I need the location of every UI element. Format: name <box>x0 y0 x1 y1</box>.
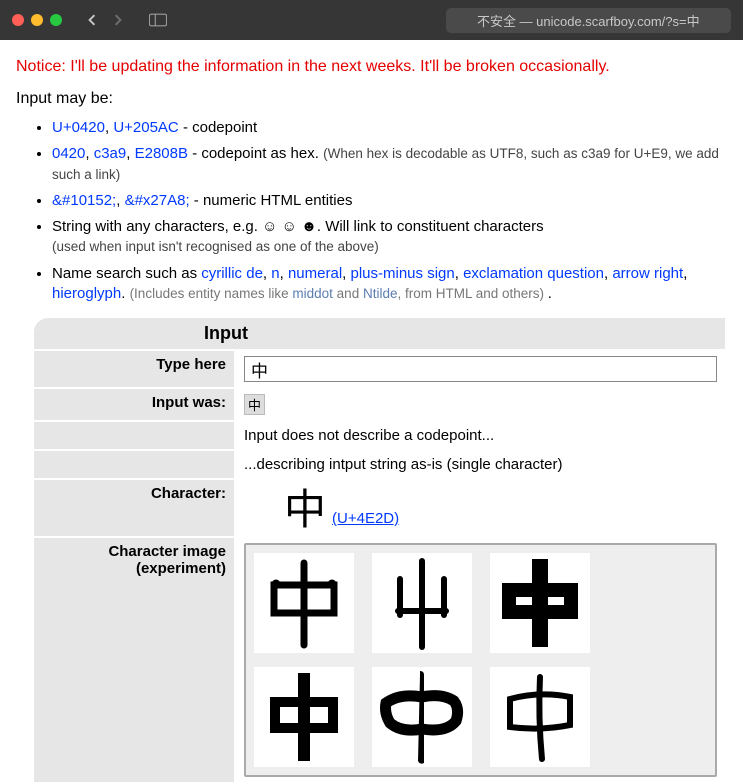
example-link[interactable]: 0420 <box>52 145 85 162</box>
list-item-text: - codepoint as hex. <box>188 145 323 162</box>
character-image-grid <box>244 543 717 777</box>
input-panel: Input Type here Input was: 中 Input does … <box>32 316 727 784</box>
codepoint-link[interactable]: (U+4E2D) <box>332 510 399 531</box>
example-link[interactable]: numeral <box>288 265 342 282</box>
input-was-value: 中 <box>244 394 265 415</box>
example-link[interactable]: U+0420 <box>52 119 105 136</box>
example-link[interactable]: n <box>271 265 279 282</box>
nav-buttons <box>80 8 130 32</box>
empty-label <box>34 451 234 478</box>
type-here-input[interactable] <box>244 356 717 382</box>
list-item: Name search such as cyrillic de, n, nume… <box>52 264 727 305</box>
input-examples-list: U+0420, U+205AC - codepoint 0420, c3a9, … <box>16 118 727 304</box>
input-was-label: Input was: <box>34 389 234 420</box>
symbol-examples: ☺ ☺ ☻ <box>262 218 317 235</box>
panel-section-header: Input <box>34 318 725 349</box>
list-item-note: (Includes entity names like middot and N… <box>130 286 548 301</box>
example-link[interactable]: U+205AC <box>113 119 178 136</box>
character-image-tile <box>490 553 590 653</box>
example-link[interactable]: arrow right <box>612 265 683 282</box>
character-image-label: Character image(experiment) <box>34 538 234 782</box>
list-item-text: String with any characters, e.g. <box>52 218 262 235</box>
character-image-tile <box>254 553 354 653</box>
page-content: Notice: I'll be updating the information… <box>0 40 743 784</box>
status-message: Input does not describe a codepoint... <box>236 422 725 449</box>
browser-titlebar: 不安全 — unicode.scarfboy.com/?s=中 <box>0 0 743 40</box>
address-bar-wrap: 不安全 — unicode.scarfboy.com/?s=中 <box>182 8 731 33</box>
notice-text: Notice: I'll be updating the information… <box>16 58 727 76</box>
empty-label <box>34 422 234 449</box>
example-link[interactable]: hieroglyph <box>52 285 121 302</box>
list-item-text: Name search such as <box>52 265 201 282</box>
character-image-tile <box>490 667 590 767</box>
list-item: &#10152;, &#x27A8; - numeric HTML entiti… <box>52 191 727 211</box>
list-item-text: - codepoint <box>179 119 257 136</box>
list-item-text: - numeric HTML entities <box>190 192 353 209</box>
example-link[interactable]: E2808B <box>135 145 188 162</box>
address-bar[interactable]: 不安全 — unicode.scarfboy.com/?s=中 <box>446 8 731 33</box>
minimize-window-button[interactable] <box>31 14 43 26</box>
list-item-text: . Will link to constituent characters <box>317 218 544 235</box>
example-link[interactable]: &#10152; <box>52 192 116 209</box>
window-controls <box>12 14 62 26</box>
list-item: String with any characters, e.g. ☺ ☺ ☻. … <box>52 217 727 258</box>
list-item: 0420, c3a9, E2808B - codepoint as hex. (… <box>52 144 727 185</box>
close-window-button[interactable] <box>12 14 24 26</box>
example-link[interactable]: exclamation question <box>463 265 604 282</box>
back-button[interactable] <box>80 8 104 32</box>
character-glyph: 中 <box>284 489 326 531</box>
input-may-be-label: Input may be: <box>16 90 727 108</box>
list-item: U+0420, U+205AC - codepoint <box>52 118 727 138</box>
type-here-label: Type here <box>34 351 234 387</box>
example-link[interactable]: &#x27A8; <box>125 192 190 209</box>
example-link[interactable]: c3a9 <box>94 145 127 162</box>
example-link[interactable]: cyrillic de <box>201 265 263 282</box>
list-item-note: (used when input isn't recognised as one… <box>52 239 379 254</box>
character-label: Character: <box>34 480 234 536</box>
forward-button[interactable] <box>106 8 130 32</box>
example-link[interactable]: plus-minus sign <box>351 265 455 282</box>
status-message: ...describing intput string as-is (singl… <box>236 451 725 478</box>
character-image-tile <box>372 553 472 653</box>
maximize-window-button[interactable] <box>50 14 62 26</box>
character-image-tile <box>254 667 354 767</box>
sidebar-toggle-button[interactable] <box>144 9 172 31</box>
character-image-tile <box>372 667 472 767</box>
